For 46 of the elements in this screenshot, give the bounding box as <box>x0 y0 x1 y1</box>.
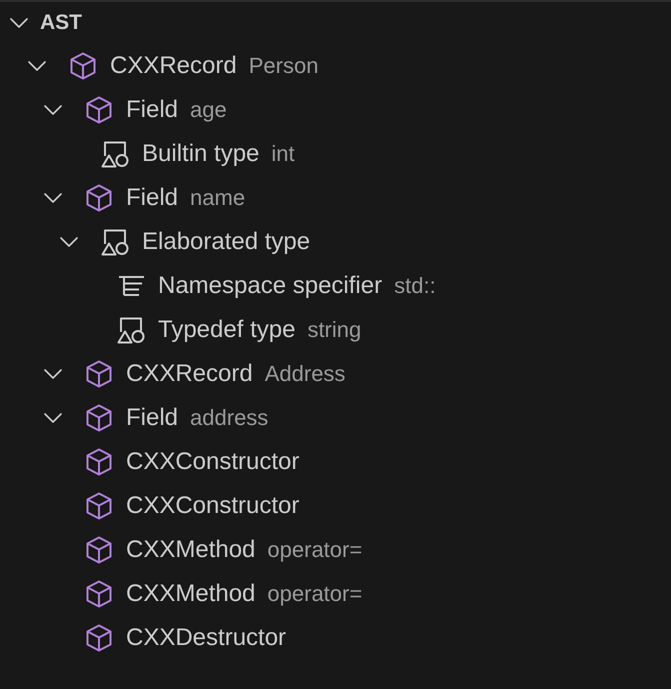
cube-icon <box>86 492 112 520</box>
tree-item-detail: std:: <box>394 272 436 300</box>
chevron-icon[interactable] <box>44 413 62 423</box>
chevron-icon[interactable] <box>10 18 28 28</box>
tree-item-label[interactable]: Field <box>126 95 178 125</box>
tree-item-label[interactable]: CXXRecord <box>126 359 253 389</box>
chevron-icon[interactable] <box>60 237 78 247</box>
tree-item-detail: Address <box>264 360 346 388</box>
cube-icon <box>86 360 112 388</box>
tree-item-label[interactable]: Typedef type <box>158 315 296 345</box>
shapes-icon <box>101 228 129 256</box>
cube-icon <box>70 52 96 80</box>
cube-icon <box>86 96 112 124</box>
tree-item-label[interactable]: CXXMethod <box>126 535 256 565</box>
tree-item-label[interactable]: Namespace specifier <box>158 271 382 301</box>
chevron-icon[interactable] <box>44 369 62 379</box>
tree-item-label[interactable]: CXXDestructor <box>126 623 286 653</box>
tree-item-label[interactable]: Field <box>126 403 178 433</box>
cube-icon <box>86 404 112 432</box>
tree-item-label[interactable]: Field <box>126 183 178 213</box>
list-tree-icon <box>118 276 144 296</box>
cube-icon <box>86 624 112 652</box>
tree-item-label[interactable]: CXXRecord <box>110 51 237 81</box>
tree-item-detail: age <box>190 96 227 124</box>
tree-item-label[interactable]: CXXConstructor <box>126 491 300 521</box>
tree-item-detail: operator= <box>267 536 362 564</box>
shapes-icon <box>117 316 145 344</box>
tree-item-detail: Person <box>248 52 318 80</box>
tree-item-detail: address <box>190 404 268 432</box>
tree-item-label[interactable]: Builtin type <box>142 139 260 169</box>
tree-item-detail: string <box>307 316 362 344</box>
cube-icon <box>86 536 112 564</box>
chevron-icon[interactable] <box>44 105 62 115</box>
chevron-icon[interactable] <box>28 61 46 71</box>
shapes-icon <box>101 140 129 168</box>
panel-title[interactable]: AST <box>40 9 82 37</box>
cube-icon <box>86 184 112 212</box>
tree-item-detail: int <box>271 140 295 168</box>
tree-item-detail: name <box>190 184 246 212</box>
tree-item-label[interactable]: Elaborated type <box>142 227 310 257</box>
tree-item-label[interactable]: CXXMethod <box>126 579 256 609</box>
tree-item-detail: operator= <box>267 580 362 608</box>
chevron-icon[interactable] <box>44 193 62 203</box>
tree-item-label[interactable]: CXXConstructor <box>126 447 300 477</box>
cube-icon <box>86 580 112 608</box>
cube-icon <box>86 448 112 476</box>
